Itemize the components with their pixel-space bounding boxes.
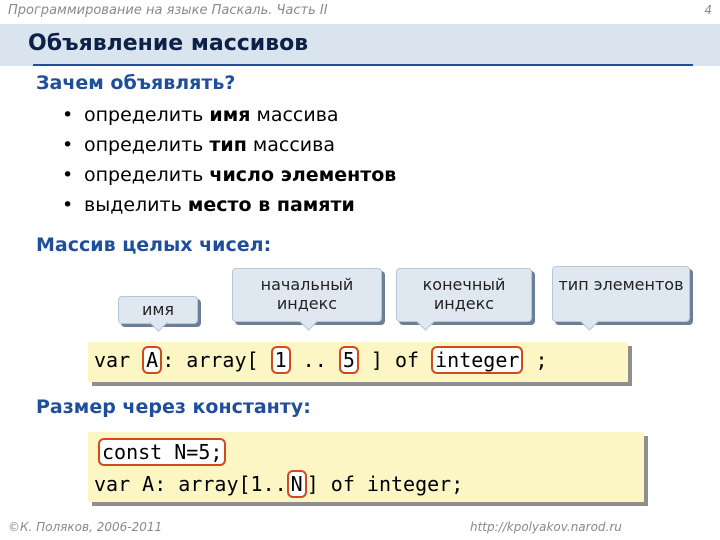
const-highlight: const N=5;: [98, 438, 227, 466]
callout-end-index: конечный индекс: [396, 268, 532, 331]
callout-pointer: [299, 312, 318, 331]
code-block-array: var A: array[ 1 .. 5 ] of integer ;: [88, 342, 628, 382]
why-list: • определить имя массива • определить тип …: [62, 100, 396, 220]
site-link[interactable]: http://kpolyakov.narod.ru: [470, 520, 622, 534]
bullet-icon: •: [62, 164, 74, 186]
bullet-icon: •: [62, 194, 74, 216]
course-title: Программирование на языке Паскаль. Часть…: [8, 3, 328, 18]
int-array-heading: Массив целых чисел:: [36, 234, 272, 256]
end-index-highlight: 5: [338, 346, 359, 374]
callout-elem-type: тип элементов: [552, 266, 690, 331]
code-line: var A: array[ 1 .. 5 ] of integer ;: [94, 346, 548, 374]
slide-title: Объявление массивов: [28, 31, 309, 56]
code-block-const: const N=5; var A: array[1.. N] of integer…: [88, 432, 644, 502]
list-item: • определить тип массива: [62, 130, 396, 160]
callout-name: имя: [118, 296, 198, 332]
copyright: ©К. Поляков, 2006-2011: [8, 520, 163, 534]
size-const-highlight: N: [286, 470, 307, 498]
callout-pointer: [416, 312, 435, 331]
callout-start-index: начальный индекс: [232, 268, 382, 331]
callout-pointer: [580, 312, 599, 331]
title-divider: [33, 64, 693, 66]
bullet-icon: •: [62, 134, 74, 156]
title-band: Объявление массивов: [0, 24, 720, 66]
code-line: var A: array[1.. N] of integer;: [94, 470, 464, 498]
start-index-highlight: 1: [270, 346, 291, 374]
array-name-highlight: A: [142, 346, 163, 374]
slide-header: Программирование на языке Паскаль. Часть…: [0, 0, 720, 22]
const-size-heading: Размер через константу:: [36, 396, 311, 418]
code-line: const N=5;: [98, 438, 227, 466]
bullet-icon: •: [62, 104, 74, 126]
why-heading: Зачем объявлять?: [36, 72, 236, 94]
type-highlight: integer: [431, 346, 524, 374]
list-item: • определить имя массива: [62, 100, 396, 130]
page-number: 4: [704, 3, 712, 17]
list-item: • выделить место в памяти: [62, 190, 396, 220]
list-item: • определить число элементов: [62, 160, 396, 190]
